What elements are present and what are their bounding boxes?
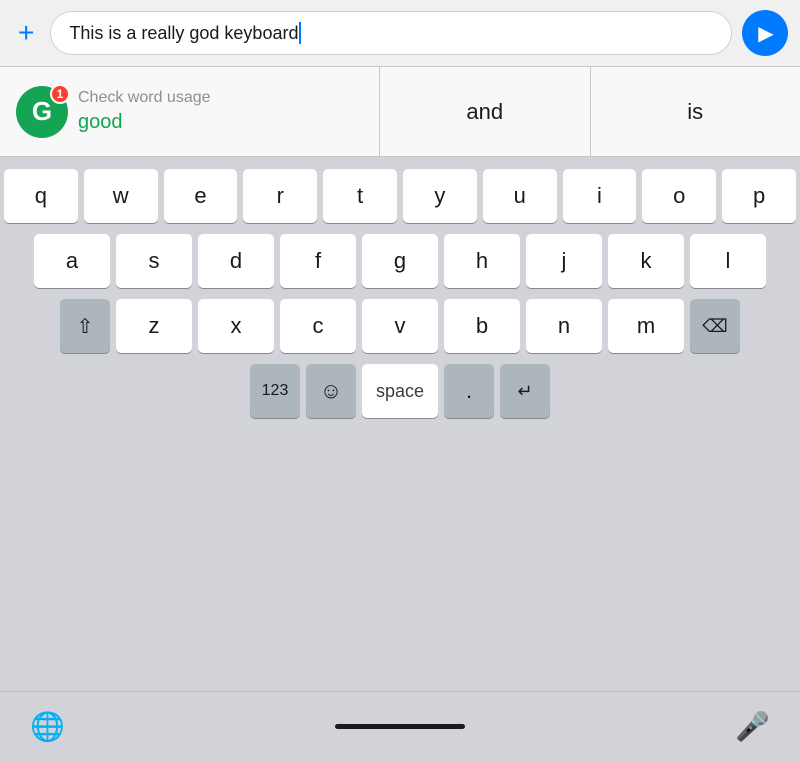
cursor	[299, 22, 301, 44]
grammarly-badge: 1	[50, 84, 70, 104]
grammarly-icon: G 1	[16, 86, 68, 138]
suggestion-label: Check word usage	[78, 89, 211, 107]
key-p[interactable]: p	[722, 169, 796, 223]
suggestion-text: Check word usage good	[78, 89, 211, 134]
suggestion-word-and[interactable]: and	[380, 67, 591, 156]
microphone-icon[interactable]: 🎤	[735, 710, 770, 743]
key-g[interactable]: g	[362, 234, 438, 288]
input-text: This is a really god keyboard	[69, 23, 298, 44]
suggestion-word-is[interactable]: is	[591, 67, 800, 156]
send-button[interactable]: ▶	[742, 10, 788, 56]
suggestion-bar: G 1 Check word usage good and is	[0, 67, 800, 157]
home-indicator	[335, 724, 465, 729]
key-v[interactable]: v	[362, 299, 438, 353]
key-row-1: q w e r t y u i o p	[4, 169, 796, 223]
key-y[interactable]: y	[403, 169, 477, 223]
key-c[interactable]: c	[280, 299, 356, 353]
key-q[interactable]: q	[4, 169, 78, 223]
key-e[interactable]: e	[164, 169, 238, 223]
key-m[interactable]: m	[608, 299, 684, 353]
period-button[interactable]: .	[444, 364, 494, 418]
key-h[interactable]: h	[444, 234, 520, 288]
keyboard: q w e r t y u i o p a s d f g h j k l ⇧ …	[0, 157, 800, 691]
key-o[interactable]: o	[642, 169, 716, 223]
grammarly-suggestion[interactable]: G 1 Check word usage good	[0, 67, 380, 156]
key-d[interactable]: d	[198, 234, 274, 288]
key-k[interactable]: k	[608, 234, 684, 288]
globe-icon[interactable]: 🌐	[30, 710, 65, 743]
key-x[interactable]: x	[198, 299, 274, 353]
key-row-2: a s d f g h j k l	[4, 234, 796, 288]
bottom-bar: 🌐 🎤	[0, 691, 800, 761]
emoji-button[interactable]: ☺	[306, 364, 356, 418]
key-f[interactable]: f	[280, 234, 356, 288]
add-button[interactable]: +	[12, 17, 40, 49]
key-u[interactable]: u	[483, 169, 557, 223]
key-s[interactable]: s	[116, 234, 192, 288]
send-icon: ▶	[758, 21, 773, 46]
key-j[interactable]: j	[526, 234, 602, 288]
key-w[interactable]: w	[84, 169, 158, 223]
key-a[interactable]: a	[34, 234, 110, 288]
key-i[interactable]: i	[563, 169, 637, 223]
suggestion-value: good	[78, 111, 211, 134]
numbers-button[interactable]: 123	[250, 364, 300, 418]
return-button[interactable]: ↵	[500, 364, 550, 418]
key-row-4: 123 ☺ space . ↵	[4, 364, 796, 418]
shift-button[interactable]: ⇧	[60, 299, 110, 353]
key-l[interactable]: l	[690, 234, 766, 288]
key-z[interactable]: z	[116, 299, 192, 353]
text-input[interactable]: This is a really god keyboard	[50, 11, 732, 55]
key-n[interactable]: n	[526, 299, 602, 353]
top-bar: + This is a really god keyboard ▶	[0, 0, 800, 67]
key-r[interactable]: r	[243, 169, 317, 223]
key-b[interactable]: b	[444, 299, 520, 353]
space-button[interactable]: space	[362, 364, 438, 418]
key-t[interactable]: t	[323, 169, 397, 223]
key-row-3: ⇧ z x c v b n m ⌫	[4, 299, 796, 353]
grammarly-g-letter: G	[32, 96, 52, 127]
delete-button[interactable]: ⌫	[690, 299, 740, 353]
